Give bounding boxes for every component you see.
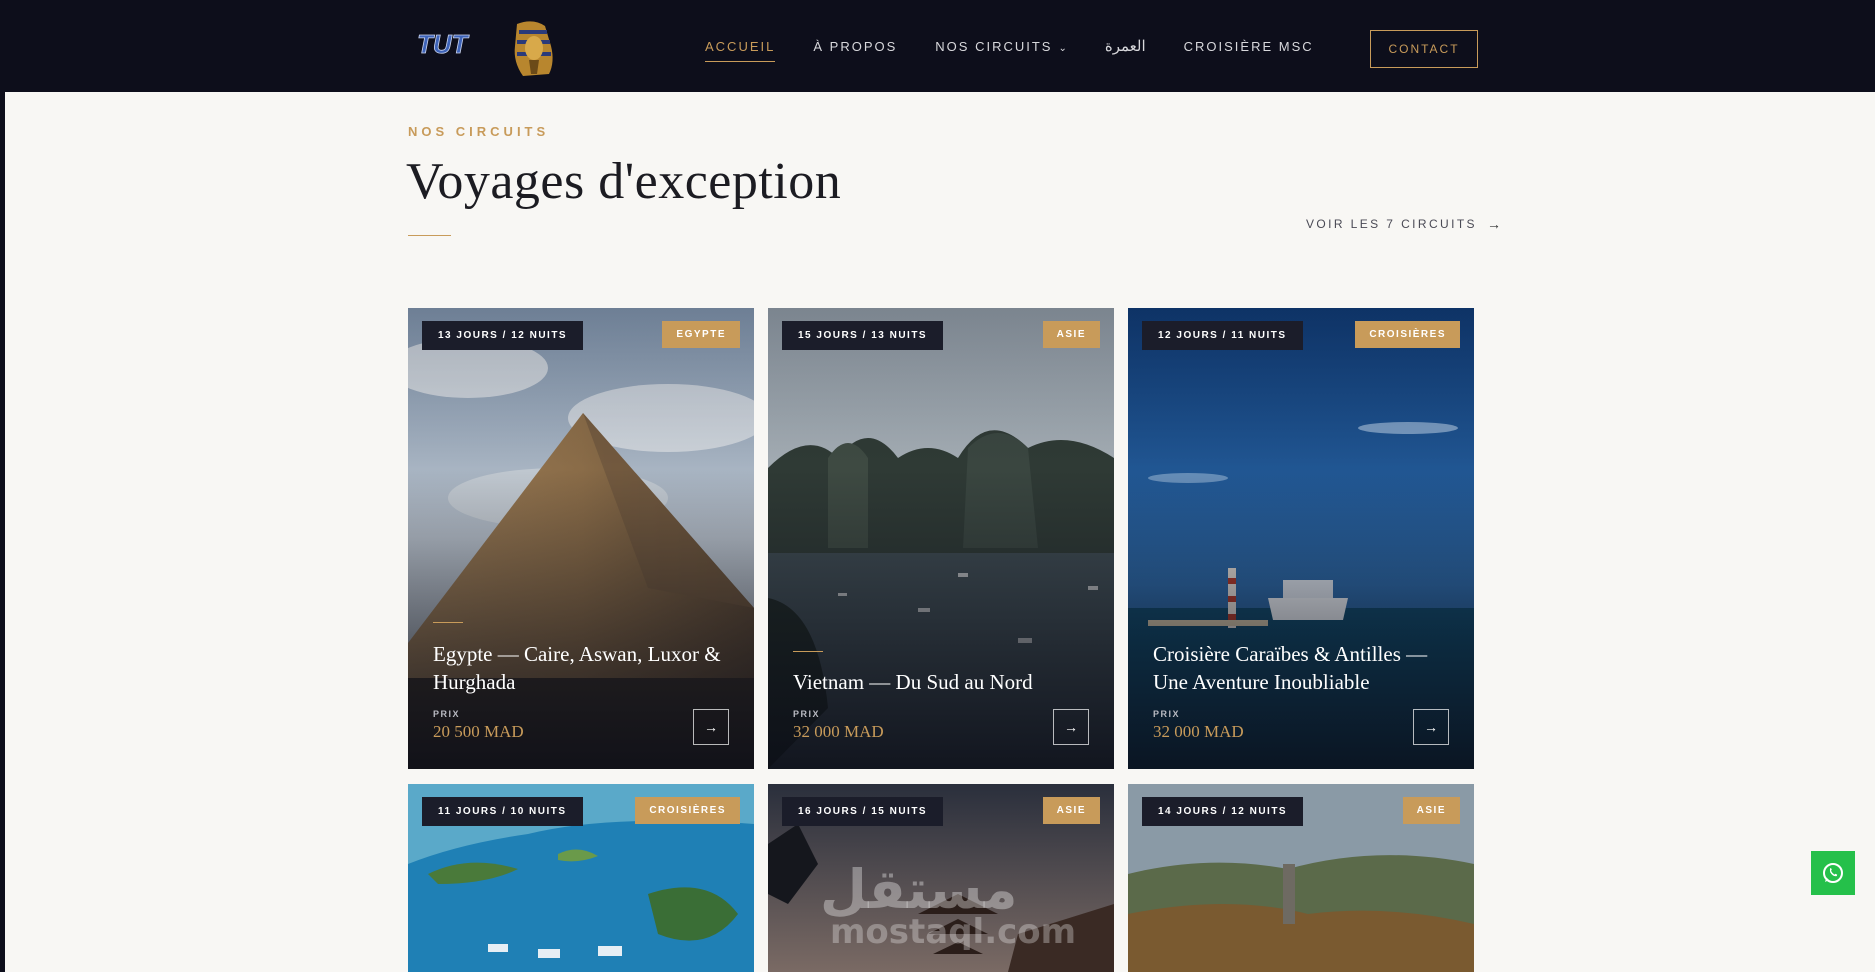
circuit-card-caraibes[interactable]: 12 JOURS / 11 NUITS CROISIÈRES Croisière… [1128,308,1474,769]
whatsapp-icon [1823,863,1843,883]
whatsapp-button[interactable] [1811,851,1855,895]
circuit-card-croisiere[interactable]: 11 JOURS / 10 NUITS CROISIÈRES [408,784,754,972]
card-overlay [1128,308,1474,769]
chevron-down-icon: ⌄ [1058,42,1067,54]
arrow-right-icon[interactable]: → [1053,709,1089,745]
price-value: 32 000 MAD [793,722,884,741]
duration-badge: 16 JOURS / 15 NUITS [782,797,944,826]
category-badge: EGYPTE [662,321,740,348]
section-title: Voyages d'exception [406,153,842,210]
category-badge: ASIE [1402,797,1460,824]
price-value: 20 500 MAD [433,722,524,741]
svg-text:TUT: TUT [417,29,470,59]
duration-badge: 12 JOURS / 11 NUITS [1142,321,1303,350]
title-divider [408,235,451,236]
duration-badge: 13 JOURS / 12 NUITS [422,321,584,350]
category-badge: ASIE [1042,797,1100,824]
nav-omra[interactable]: العمرة [1105,31,1146,61]
card-divider [433,622,463,623]
card-title: Vietnam — Du Sud au Nord [793,670,1033,694]
circuit-card-asie-chine[interactable]: 14 JOURS / 12 NUITS ASIE [1128,784,1474,972]
see-all-label: VOIR LES 7 CIRCUITS [1306,217,1477,231]
category-badge: CROISIÈRES [1355,321,1460,348]
section-eyebrow: NOS CIRCUITS [408,124,550,139]
nav-nos-circuits-label: NOS CIRCUITS [935,38,1053,54]
arrow-right-icon[interactable]: → [693,709,729,745]
site-header: TUT ACCUEIL À PROPOS NOS CIRCUITS ⌄ العمر… [5,0,1875,92]
card-title: Croisière Caraïbes & Antilles — Une Aven… [1153,642,1428,694]
card-overlay [408,308,754,769]
duration-badge: 11 JOURS / 10 NUITS [422,797,583,826]
price-label: PRIX [433,709,461,719]
card-overlay [768,308,1114,769]
category-badge: CROISIÈRES [635,797,740,824]
circuit-card-asie-japon[interactable]: 16 JOURS / 15 NUITS ASIE [768,784,1114,972]
circuit-card-vietnam[interactable]: 15 JOURS / 13 NUITS ASIE Vietnam — Du Su… [768,308,1114,769]
see-all-circuits-link[interactable]: VOIR LES 7 CIRCUITS → [1306,216,1501,232]
duration-badge: 14 JOURS / 12 NUITS [1142,797,1304,826]
card-divider [793,651,823,652]
nav-accueil[interactable]: ACCUEIL [705,33,776,62]
page-left-edge [0,0,5,972]
category-badge: ASIE [1042,321,1100,348]
duration-badge: 15 JOURS / 13 NUITS [782,321,944,350]
main-nav: ACCUEIL À PROPOS NOS CIRCUITS ⌄ العمرة CR… [705,0,1314,92]
circuit-card-egypte[interactable]: 13 JOURS / 12 NUITS EGYPTE Egypte — Cair… [408,308,754,769]
contact-button[interactable]: CONTACT [1370,30,1478,68]
nav-croisiere-msc[interactable]: CROISIÈRE MSC [1184,33,1314,60]
price-label: PRIX [793,709,821,719]
nav-nos-circuits[interactable]: NOS CIRCUITS ⌄ [935,33,1067,60]
site-logo[interactable]: TUT [413,16,573,82]
arrow-right-icon[interactable]: → [1413,709,1449,745]
price-value: 32 000 MAD [1153,722,1244,741]
price-label: PRIX [1153,709,1181,719]
nav-a-propos[interactable]: À PROPOS [813,33,897,60]
card-title: Egypte — Caire, Aswan, Luxor & Hurghada [433,642,721,694]
arrow-right-icon: → [1486,216,1501,232]
